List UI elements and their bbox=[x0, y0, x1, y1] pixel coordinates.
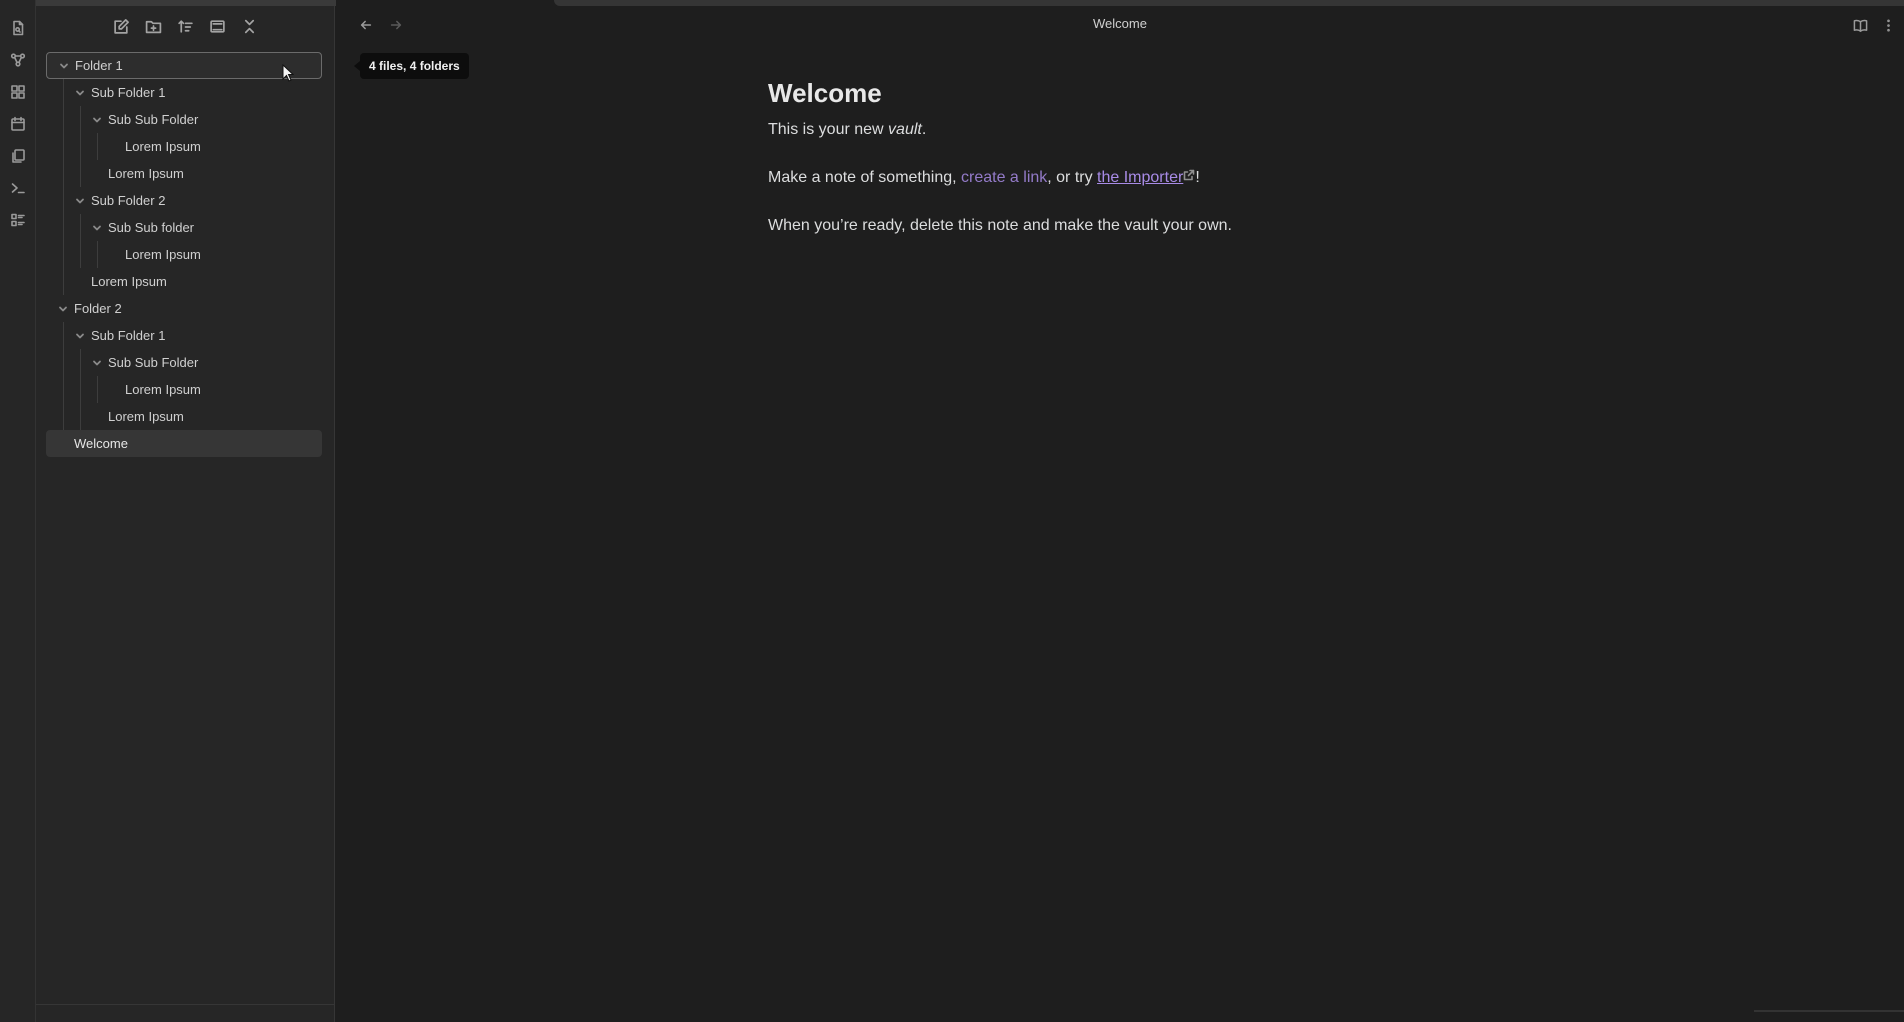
scrollbar[interactable] bbox=[1754, 1010, 1904, 1012]
indent-guide bbox=[97, 376, 98, 403]
folder-item[interactable]: Sub Folder 1 bbox=[46, 79, 322, 106]
folder-item[interactable]: Sub Folder 1 bbox=[46, 322, 322, 349]
chevron-down-icon[interactable] bbox=[58, 60, 70, 72]
folder-item[interactable]: Sub Sub Folder bbox=[46, 106, 322, 133]
file-item[interactable]: Welcome bbox=[46, 430, 322, 457]
tree-item-label: Sub Sub Folder bbox=[108, 112, 199, 127]
tree-item-label: Lorem Ipsum bbox=[125, 247, 201, 262]
file-tree: Folder 1 Sub Folder 1 Sub Sub Folder Lorem … bbox=[46, 52, 322, 457]
grid-icon[interactable] bbox=[0, 76, 36, 108]
text: . bbox=[921, 121, 927, 138]
emphasis-text: vault bbox=[888, 121, 922, 138]
text: , or try bbox=[1047, 169, 1098, 186]
note-heading: Welcome bbox=[768, 78, 882, 108]
folder-item[interactable]: Sub Folder 2 bbox=[46, 187, 322, 214]
indent-guide bbox=[80, 106, 81, 187]
external-link[interactable]: the Importer bbox=[1097, 169, 1183, 186]
terminal-icon[interactable] bbox=[0, 172, 36, 204]
reading-view-icon[interactable] bbox=[1850, 14, 1870, 36]
sort-icon[interactable] bbox=[174, 12, 198, 40]
chevron-down-icon[interactable] bbox=[74, 330, 86, 342]
file-item[interactable]: Lorem Ipsum bbox=[46, 160, 322, 187]
folder-item[interactable]: Folder 1 bbox=[46, 52, 322, 79]
list-icon[interactable] bbox=[0, 204, 36, 236]
tree-item-label: Lorem Ipsum bbox=[125, 382, 201, 397]
note-paragraph-2: Make a note of something, create a link,… bbox=[768, 167, 1468, 189]
tooltip: 4 files, 4 folders bbox=[354, 53, 469, 79]
folder-item[interactable]: Sub Sub folder bbox=[46, 214, 322, 241]
tree-item-label: Welcome bbox=[74, 436, 128, 451]
indent-guide bbox=[97, 241, 98, 268]
indent-guide bbox=[97, 133, 98, 160]
chevron-down-icon[interactable] bbox=[74, 195, 86, 207]
tree-item-label: Lorem Ipsum bbox=[108, 409, 184, 424]
file-item[interactable]: Lorem Ipsum bbox=[46, 133, 322, 160]
indent-guide bbox=[63, 322, 64, 430]
file-explorer: Folder 1 Sub Folder 1 Sub Sub Folder Lorem … bbox=[36, 0, 354, 1022]
tree-item-label: Sub Sub Folder bbox=[108, 355, 199, 370]
explorer-toolbar bbox=[36, 12, 335, 44]
file-icon[interactable] bbox=[0, 12, 36, 44]
internal-link[interactable]: create a link bbox=[961, 169, 1047, 186]
new-folder-icon[interactable] bbox=[142, 12, 166, 40]
layout-icon[interactable] bbox=[206, 12, 230, 40]
pages-icon[interactable] bbox=[0, 140, 36, 172]
explorer-footer bbox=[36, 1004, 335, 1022]
chevron-down-icon[interactable] bbox=[74, 87, 86, 99]
chevron-down-icon[interactable] bbox=[57, 303, 69, 315]
tab-bar-strip bbox=[554, 0, 1904, 6]
file-item[interactable]: Lorem Ipsum bbox=[46, 241, 322, 268]
text: Make a note of something, bbox=[768, 169, 961, 186]
note-content: Welcome This is your new vault. Make a n… bbox=[768, 78, 1468, 263]
new-note-icon[interactable] bbox=[110, 12, 134, 40]
tree-item-label: Lorem Ipsum bbox=[108, 166, 184, 181]
indent-guide bbox=[80, 349, 81, 430]
tree-item-label: Lorem Ipsum bbox=[125, 139, 201, 154]
folder-item[interactable]: Folder 2 bbox=[46, 295, 322, 322]
editor-pane: Welcome Welcome This is your new vault. … bbox=[336, 0, 1904, 1022]
text: This is your new bbox=[768, 121, 889, 138]
chevron-down-icon[interactable] bbox=[91, 114, 103, 126]
tree-item-label: Sub Folder 1 bbox=[91, 328, 166, 343]
folder-item[interactable]: Sub Sub Folder bbox=[46, 349, 322, 376]
file-item[interactable]: Lorem Ipsum bbox=[46, 403, 322, 430]
calendar-icon[interactable] bbox=[0, 108, 36, 140]
text: ! bbox=[1195, 169, 1200, 186]
collapse-icon[interactable] bbox=[238, 12, 262, 40]
indent-guide bbox=[80, 214, 81, 268]
note-paragraph-3: When you’re ready, delete this note and … bbox=[768, 217, 1232, 234]
tree-item-label: Folder 1 bbox=[75, 58, 123, 73]
tree-item-label: Lorem Ipsum bbox=[91, 274, 167, 289]
file-item[interactable]: Lorem Ipsum bbox=[46, 268, 322, 295]
graph-icon[interactable] bbox=[0, 44, 36, 76]
file-item[interactable]: Lorem Ipsum bbox=[46, 376, 322, 403]
ribbon bbox=[0, 0, 36, 1022]
mouse-cursor-icon bbox=[282, 64, 294, 82]
chevron-down-icon[interactable] bbox=[91, 357, 103, 369]
tree-item-label: Folder 2 bbox=[74, 301, 122, 316]
tree-item-label: Sub Sub folder bbox=[108, 220, 195, 235]
tree-item-label: Sub Folder 2 bbox=[91, 193, 166, 208]
tree-item-label: Sub Folder 1 bbox=[91, 85, 166, 100]
note-paragraph-1: This is your new vault. bbox=[768, 119, 1468, 141]
chevron-down-icon[interactable] bbox=[91, 222, 103, 234]
more-options-icon[interactable] bbox=[1878, 14, 1898, 36]
tab-bar-strip bbox=[36, 0, 354, 6]
indent-guide bbox=[63, 79, 64, 295]
view-title[interactable]: Welcome bbox=[336, 16, 1904, 31]
view-actions bbox=[1850, 14, 1898, 36]
external-link-icon bbox=[1183, 169, 1195, 181]
